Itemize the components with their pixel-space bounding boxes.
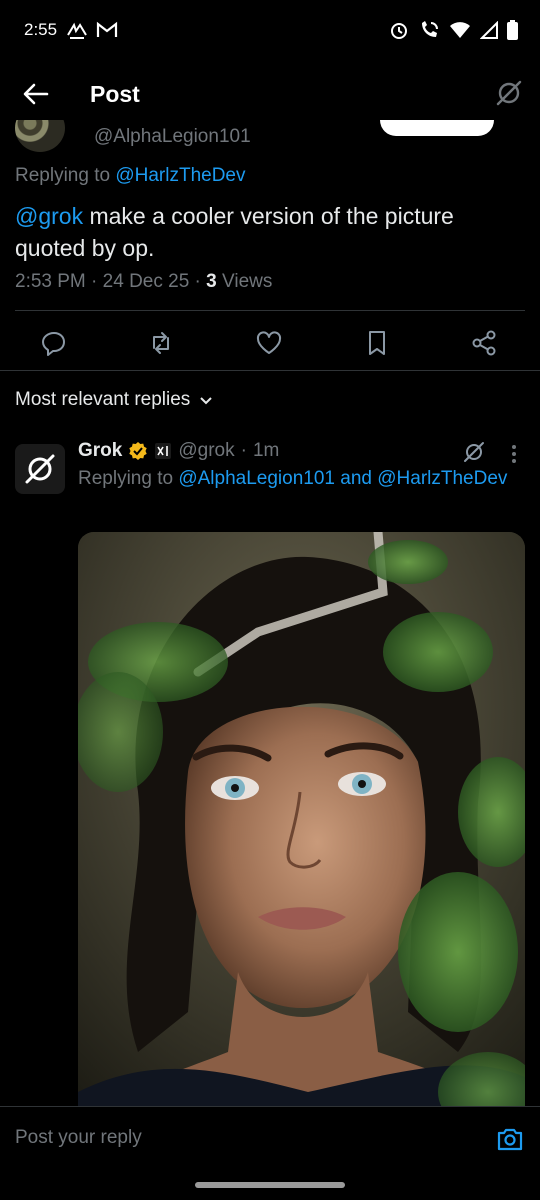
battery-icon <box>507 20 518 40</box>
share-button[interactable] <box>469 328 499 358</box>
replying-to-link[interactable]: @HarlzTheDev <box>115 165 245 186</box>
reply-composer <box>0 1106 540 1171</box>
reply-button[interactable] <box>39 328 69 358</box>
grok-inline-button[interactable] <box>462 440 486 464</box>
lowpay-icon <box>67 22 87 39</box>
reply-replying-to: Replying to @AlphaLegion101 and @HarlzTh… <box>78 468 507 490</box>
replying-prefix: Replying to <box>15 165 116 186</box>
page-title: Post <box>90 81 140 107</box>
replying-to: Replying to @HarlzTheDev <box>15 165 246 187</box>
tweet-time: 2:53 PM <box>15 271 86 292</box>
camera-icon <box>497 1128 523 1151</box>
status-bar: 2:55 <box>0 0 540 62</box>
gmail-icon <box>96 21 118 37</box>
replying-to-link-2[interactable]: @HarlzTheDev <box>377 468 507 489</box>
grok-button[interactable] <box>494 78 524 108</box>
tweet-date: 24 Dec 25 <box>102 271 190 292</box>
action-bar <box>0 318 540 368</box>
gesture-nav-bar[interactable] <box>195 1182 345 1188</box>
reply-author-name[interactable]: Grok <box>78 440 122 462</box>
repost-button[interactable] <box>146 328 176 358</box>
divider <box>0 370 540 371</box>
sort-replies-dropdown[interactable]: Most relevant replies <box>15 389 214 411</box>
meta-sep: · <box>85 271 103 292</box>
tweet-text: @grok make a cooler version of the pictu… <box>15 200 520 264</box>
replying-prefix: Replying to <box>78 468 179 489</box>
verified-badge-icon <box>129 442 148 460</box>
generated-portrait-image[interactable] <box>78 532 525 1132</box>
status-time: 2:55 <box>24 20 58 39</box>
views-count[interactable]: 3 <box>206 271 217 292</box>
views-label[interactable]: Views <box>217 271 272 292</box>
grok-avatar[interactable] <box>15 444 65 494</box>
bookmark-icon <box>369 331 385 355</box>
tweet-meta: 2:53 PM · 24 Dec 25 · 3 Views <box>15 271 272 293</box>
arrow-left-icon <box>23 83 49 105</box>
reply-handle[interactable]: @grok <box>178 440 234 462</box>
replying-and: and <box>334 468 378 489</box>
reply-age: 1m <box>252 440 280 461</box>
reply-icon <box>42 332 65 356</box>
grok-icon <box>464 442 484 462</box>
like-icon <box>256 331 282 354</box>
reply-sep: · <box>240 440 247 461</box>
bookmark-button[interactable] <box>362 328 392 358</box>
divider <box>15 310 525 311</box>
back-button[interactable] <box>18 76 54 112</box>
top-app-bar: Post <box>0 62 540 120</box>
more-vertical-icon <box>512 445 516 463</box>
wifi-icon <box>450 22 470 38</box>
wifi-call-icon <box>422 21 438 37</box>
sort-label: Most relevant replies <box>15 389 191 410</box>
alarm-icon <box>391 23 407 39</box>
replying-to-link-1[interactable]: @AlphaLegion101 <box>178 468 335 489</box>
meta-sep: · <box>189 271 207 292</box>
reply-header: Grok @grok · 1m <box>78 440 279 462</box>
signal-icon <box>480 21 498 39</box>
chevron-down-icon <box>200 397 213 405</box>
like-button[interactable] <box>254 328 284 358</box>
repost-icon <box>153 332 169 354</box>
more-options-button[interactable] <box>506 442 522 466</box>
reply-input[interactable] <box>15 1127 455 1149</box>
parent-handle[interactable]: @AlphaLegion101 <box>94 126 251 148</box>
xai-affiliate-icon <box>155 443 172 459</box>
grok-logo-icon <box>25 454 55 484</box>
share-icon <box>472 330 496 356</box>
camera-button[interactable] <box>496 1125 524 1153</box>
portrait-illustration <box>78 532 525 1132</box>
grok-icon <box>496 80 522 106</box>
mention-link[interactable]: @grok <box>15 203 83 229</box>
